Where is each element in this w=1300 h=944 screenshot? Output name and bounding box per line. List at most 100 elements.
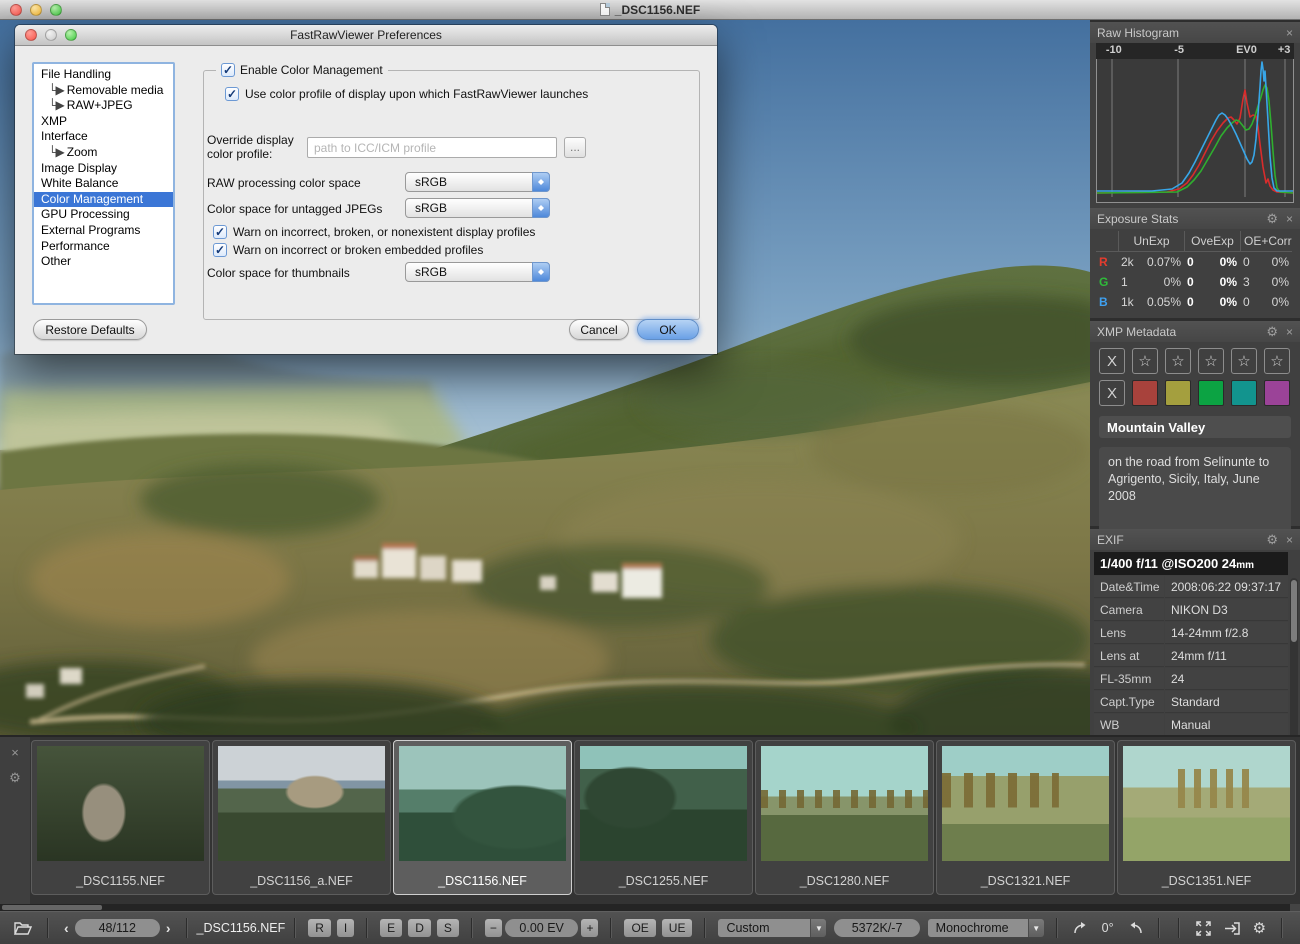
pref-item-external-programs[interactable]: External Programs	[34, 223, 173, 239]
ev-minus-button[interactable]: −	[485, 919, 502, 937]
rating-reject-button[interactable]: X	[1099, 348, 1125, 374]
raw-space-label: RAW processing color space	[207, 176, 361, 190]
thumbnail-dsc1155[interactable]: _DSC1155.NEF	[31, 740, 210, 895]
star-icon[interactable]: ☆	[1165, 348, 1191, 374]
gear-icon[interactable]: ⚙	[9, 770, 21, 786]
thumbnail-image	[218, 746, 385, 861]
pref-item-interface[interactable]: Interface	[34, 129, 173, 145]
gear-icon[interactable]: ⚙	[1253, 919, 1266, 937]
pref-item-gpu-processing[interactable]: GPU Processing	[34, 207, 173, 223]
pref-item-removable-media[interactable]: └▶Removable media	[34, 83, 173, 99]
color-label-purple[interactable]	[1264, 380, 1290, 406]
warn-display-profiles-label: Warn on incorrect, broken, or nonexisten…	[233, 225, 535, 239]
ev-plus-button[interactable]: +	[581, 919, 598, 937]
gear-icon[interactable]: ⚙	[1266, 324, 1278, 340]
exif-row: WBManual	[1094, 714, 1288, 736]
details-button[interactable]: D	[408, 919, 431, 937]
thumbnail-dsc1156-selected[interactable]: _DSC1156.NEF	[393, 740, 572, 895]
exif-panel-title: EXIF	[1097, 533, 1124, 547]
warn-embedded-profiles-checkbox[interactable]	[213, 243, 227, 257]
overexposure-button[interactable]: OE	[624, 919, 655, 937]
exif-scrollbar[interactable]	[1290, 578, 1298, 748]
star-icon[interactable]: ☆	[1231, 348, 1257, 374]
thumb-space-dropdown[interactable]: sRGB	[405, 262, 550, 282]
shadows-button[interactable]: S	[437, 919, 459, 937]
thumbnail-image	[761, 746, 928, 861]
enable-color-management-checkbox[interactable]	[221, 63, 235, 77]
next-image-button[interactable]: ›	[160, 920, 177, 936]
star-icon[interactable]: ☆	[1132, 348, 1158, 374]
open-folder-icon[interactable]	[14, 921, 32, 935]
gear-icon[interactable]: ⚙	[1266, 532, 1278, 548]
color-label-red[interactable]	[1132, 380, 1158, 406]
histogram-ticks: -10 -5 EV0 +3	[1096, 43, 1294, 59]
exif-row: Capt.TypeStandard	[1094, 691, 1288, 713]
ev-value: 0.00 EV	[505, 919, 579, 937]
thumbnail-image	[580, 746, 747, 861]
panel-exposure-stats: Exposure Stats ⚙ × UnExp OveExp OE+Corr …	[1090, 208, 1300, 318]
thumbnail-dsc1156a[interactable]: _DSC1156_a.NEF	[212, 740, 391, 895]
thumbnail-dsc1351[interactable]: _DSC1351.NEF	[1117, 740, 1296, 895]
close-icon[interactable]: ×	[1286, 533, 1293, 547]
warn-display-profiles-checkbox[interactable]	[213, 225, 227, 239]
raw-button[interactable]: R	[308, 919, 331, 937]
exif-row: CameraNIKON D3	[1094, 599, 1288, 621]
star-icon[interactable]: ☆	[1264, 348, 1290, 374]
thumbnail-image	[399, 746, 566, 861]
close-icon[interactable]: ×	[11, 745, 19, 760]
rotate-cw-icon[interactable]	[1073, 921, 1090, 935]
close-icon[interactable]: ×	[1286, 325, 1293, 339]
underexposure-button[interactable]: UE	[662, 919, 693, 937]
close-icon[interactable]: ×	[1286, 26, 1293, 40]
popup-arrows-icon	[532, 198, 550, 218]
panel-raw-histogram: Raw Histogram × -10 -5 EV0 +3	[1090, 22, 1300, 205]
exposure-button[interactable]: E	[380, 919, 402, 937]
document-icon	[600, 3, 610, 16]
override-profile-input[interactable]	[307, 137, 557, 158]
pref-item-raw-jpeg[interactable]: └▶RAW+JPEG	[34, 98, 173, 114]
browse-profile-button[interactable]: ...	[564, 137, 586, 158]
fullscreen-icon[interactable]	[1195, 920, 1212, 937]
color-label-green[interactable]	[1198, 380, 1224, 406]
filmstrip-scrollbar[interactable]	[0, 904, 1300, 911]
toggle-panel-icon[interactable]	[1224, 921, 1241, 936]
pref-item-file-handling[interactable]: File Handling	[34, 67, 173, 83]
rotation-value: 0°	[1102, 921, 1114, 935]
white-balance-dropdown[interactable]: Custom ▼	[718, 919, 826, 937]
internal-jpeg-button[interactable]: I	[337, 919, 354, 937]
xmp-panel-title: XMP Metadata	[1097, 325, 1176, 339]
color-management-group: Enable Color Management	[203, 70, 700, 320]
pref-item-xmp[interactable]: XMP	[34, 114, 173, 130]
restore-defaults-button[interactable]: Restore Defaults	[33, 319, 147, 340]
close-icon[interactable]: ×	[1286, 212, 1293, 226]
xmp-description-field[interactable]: on the road from Selinunte to Agrigento,…	[1099, 447, 1291, 535]
use-display-profile-checkbox[interactable]	[225, 87, 239, 101]
cancel-button[interactable]: Cancel	[569, 319, 629, 340]
rotate-ccw-icon[interactable]	[1126, 921, 1143, 935]
xmp-title-field[interactable]: Mountain Valley	[1099, 416, 1291, 438]
pref-item-other[interactable]: Other	[34, 254, 173, 270]
star-icon[interactable]: ☆	[1198, 348, 1224, 374]
render-mode-dropdown[interactable]: Monochrome ▼	[928, 919, 1044, 937]
window-title: _DSC1156.NEF	[0, 3, 1300, 17]
pref-item-color-management[interactable]: Color Management	[34, 192, 173, 208]
thumbnail-dsc1321[interactable]: _DSC1321.NEF	[936, 740, 1115, 895]
pref-item-image-display[interactable]: Image Display	[34, 161, 173, 177]
color-label-teal[interactable]	[1231, 380, 1257, 406]
bottom-toolbar: ‹ 48/112 › _DSC1156.NEF R I E D S − 0.00…	[0, 911, 1300, 944]
thumbnail-dsc1255[interactable]: _DSC1255.NEF	[574, 740, 753, 895]
color-label-yellow[interactable]	[1165, 380, 1191, 406]
exif-summary: 1/400 f/11 @ISO200 24mm	[1094, 552, 1288, 575]
jpeg-space-dropdown[interactable]: sRGB	[405, 198, 550, 218]
gear-icon[interactable]: ⚙	[1266, 211, 1278, 227]
ok-button[interactable]: OK	[637, 319, 699, 340]
raw-space-dropdown[interactable]: sRGB	[405, 172, 550, 192]
dialog-titlebar[interactable]: FastRawViewer Preferences	[15, 25, 717, 46]
pref-item-performance[interactable]: Performance	[34, 239, 173, 255]
pref-item-zoom[interactable]: └▶Zoom	[34, 145, 173, 161]
pref-item-white-balance[interactable]: White Balance	[34, 176, 173, 192]
prev-image-button[interactable]: ‹	[58, 920, 75, 936]
label-reject-button[interactable]: X	[1099, 380, 1125, 406]
thumbnail-image	[1123, 746, 1290, 861]
thumbnail-dsc1280[interactable]: _DSC1280.NEF	[755, 740, 934, 895]
